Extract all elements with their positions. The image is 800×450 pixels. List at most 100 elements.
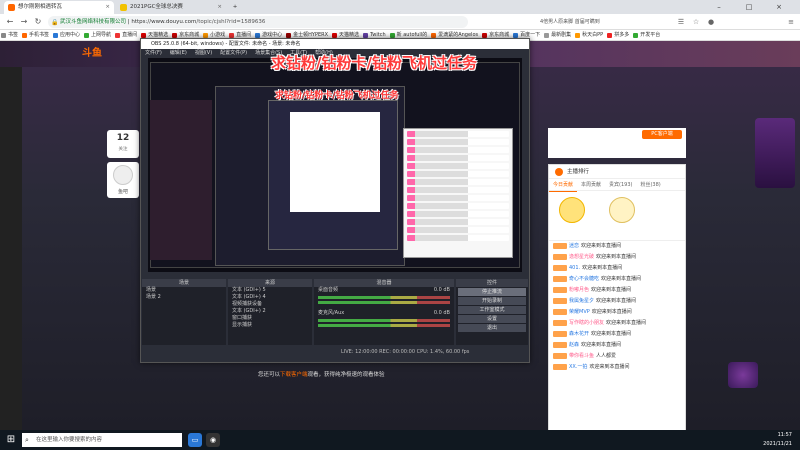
chat-message[interactable]: 写作瞎的小朋友 欢迎来到本直播间 (549, 318, 685, 329)
close-tab-icon[interactable]: × (217, 1, 222, 14)
volume-meter (318, 324, 450, 327)
chat-message[interactable]: 我属兔星夕 欢迎来到本直播间 (549, 296, 685, 307)
close-tab-icon[interactable]: × (105, 1, 110, 14)
nested-chat-row (407, 227, 509, 233)
chat-username[interactable]: 森木花开 (569, 331, 589, 337)
scene-item[interactable]: 场景 (142, 287, 226, 294)
level-badge-icon (553, 242, 567, 249)
bookmark-item[interactable]: 最新剧集 (543, 30, 574, 40)
nested-chat-row (407, 179, 509, 185)
tab-vip[interactable]: 贵宾(193) (605, 179, 636, 191)
star-icon[interactable]: ☆ (690, 16, 702, 28)
obs-menu-item[interactable]: 视图(V) (191, 50, 216, 56)
promo-banner[interactable] (755, 118, 795, 198)
chat-message[interactable]: 赵森 欢迎来到本直播间 (549, 340, 685, 351)
chat-message[interactable]: 森木花开 欢迎来到本直播间 (549, 329, 685, 340)
start-recording-button[interactable]: 开始录制 (458, 297, 526, 305)
douyu-logo[interactable]: 斗鱼 (82, 45, 116, 63)
exit-button[interactable]: 退出 (458, 324, 526, 332)
close-window-icon[interactable]: × (770, 0, 788, 14)
chat-username[interactable]: 401. (569, 265, 580, 271)
bookmark-item[interactable]: 直播间 (114, 30, 140, 40)
minimize-icon[interactable]: – (710, 0, 728, 14)
level-badge-icon (553, 264, 567, 271)
chat-username[interactable]: 迷恋 (569, 243, 579, 249)
bookmark-item[interactable]: 手机书签 (21, 30, 52, 40)
chat-username[interactable]: 奇心不会糖吃 (569, 276, 599, 282)
source-item[interactable]: 视频捕获设备 (228, 301, 312, 308)
bookmark-item[interactable]: 应用中心 (52, 30, 83, 40)
back-icon[interactable]: ← (4, 16, 16, 28)
tab-pgc[interactable]: 2021PGC全球总决赛 × (116, 1, 226, 14)
bookmark-item[interactable]: 秋天白PP (574, 30, 606, 40)
chat-message[interactable]: 401. 欢迎来到本直播间 (549, 263, 685, 274)
user-icon[interactable]: ● (705, 16, 717, 28)
source-item[interactable]: 文本 (GDI+) 5 (228, 287, 312, 294)
rank-avatar[interactable] (609, 197, 635, 223)
chat-username[interactable]: 粉嘟月色 (569, 287, 589, 293)
chat-message[interactable]: 带你看斗鱼 人人都爱 (549, 351, 685, 362)
tab-fans[interactable]: 粉丝(38) (636, 179, 664, 191)
anchor-avatar-card[interactable]: 鱼吧 (107, 162, 139, 198)
chat-username[interactable]: 带你看斗鱼 (569, 353, 594, 359)
browser-search-field[interactable]: 4倍男人原来脚 首届可瞒到 (540, 17, 660, 27)
chat-text: 欢迎来到本直播间 (591, 309, 632, 315)
rank-avatar[interactable] (559, 197, 585, 223)
menu-icon[interactable]: ≡ (785, 16, 797, 28)
bookmark-item[interactable]: 上网导航 (83, 30, 114, 40)
url-input[interactable]: 🔒 武汉斗鱼网络科技有限公司 | https://www.douyu.com/t… (48, 16, 468, 28)
settings-button[interactable]: 设置 (458, 315, 526, 323)
source-item[interactable]: 显示捕获 (228, 322, 312, 329)
chat-username[interactable]: XX.一拍 (569, 364, 587, 370)
chat-username[interactable]: 荣耀MVP (569, 309, 590, 315)
obs-menu-item[interactable]: 文件(F) (141, 50, 166, 56)
chat-message[interactable]: XX.一拍 欢迎来到本直播间 (549, 362, 685, 373)
stop-streaming-button[interactable]: 停止推流 (458, 288, 526, 296)
extension-icon[interactable]: ☰ (675, 16, 687, 28)
controls-dock: 控件 停止推流 开始录制 工作室模式 设置 退出 (456, 279, 528, 345)
chat-message[interactable]: 迷恋 欢迎来到本直播间 (549, 241, 685, 252)
forward-icon[interactable]: → (18, 16, 30, 28)
tab-active[interactable]: 想尔刚刚相遇转瓦 × (4, 1, 114, 14)
chat-username[interactable]: 逸想星光破 (569, 254, 594, 260)
task-view-icon[interactable]: ▭ (188, 433, 202, 447)
maximize-icon[interactable]: □ (740, 0, 758, 14)
panel-tabs: 今日贡献 本周贡献 贵宾(193) 粉丝(38) (549, 179, 685, 192)
studio-mode-button[interactable]: 工作室模式 (458, 306, 526, 314)
promo-badge[interactable] (728, 362, 758, 388)
obs-title-bar: OBS 25.0.8 (64-bit, windows) - 配置文件: 未命名… (141, 39, 529, 49)
chat-text: 欢迎来到本直播间 (582, 265, 623, 271)
chat-message[interactable]: 荣耀MVP 欢迎来到本直播间 (549, 307, 685, 318)
chat-message[interactable]: 逸想星光破 欢迎来到本直播间 (549, 252, 685, 263)
chat-username[interactable]: 写作瞎的小朋友 (569, 320, 604, 326)
download-client-link[interactable]: 下载客户端 (280, 372, 308, 378)
taskbar-search-input[interactable]: ⌕ 在这里输入你要搜索的内容 (22, 433, 182, 447)
obs-menu-item[interactable]: 配置文件(P) (216, 50, 251, 56)
obs-menu-item[interactable]: 编辑(E) (166, 50, 191, 56)
chat-text: 人人都爱 (596, 353, 617, 359)
tab-week[interactable]: 本周贡献 (577, 179, 605, 191)
follow-count-card[interactable]: 12 关注 (107, 130, 139, 158)
source-item[interactable]: 窗口捕获 (228, 315, 312, 322)
bookmark-item[interactable]: 书签 (0, 30, 21, 40)
chat-message[interactable]: 粉嘟月色 欢迎来到本直播间 (549, 285, 685, 296)
pc-client-button[interactable]: PC客户端 (642, 130, 682, 139)
chat-username[interactable]: 赵森 (569, 342, 579, 348)
mixer-track-name: 桌面音频 0.0 dB (318, 287, 450, 293)
new-tab-button[interactable]: + (228, 1, 242, 14)
chat-text: 欢迎来到本直播间 (581, 342, 622, 348)
chat-message[interactable]: 奇心不会糖吃 欢迎来到本直播间 (549, 274, 685, 285)
scene-item[interactable]: 场景 2 (142, 294, 226, 301)
chat-text: 欢迎来到本直播间 (591, 331, 632, 337)
chat-username[interactable]: 我属兔星夕 (569, 298, 594, 304)
windows-start-icon[interactable]: ⊞ (4, 433, 18, 447)
bookmark-item[interactable]: 拼多多 (606, 30, 632, 40)
volume-meter (318, 301, 450, 304)
bookmark-item[interactable]: 开发平台 (632, 30, 663, 40)
panel-title: 主播排行 (549, 165, 685, 179)
nested-chat-row (407, 211, 509, 217)
obs-app-icon[interactable]: ◉ (206, 433, 220, 447)
source-item[interactable]: 文本 (GDI+) 2 (228, 308, 312, 315)
source-item[interactable]: 文本 (GDI+) 4 (228, 294, 312, 301)
reload-icon[interactable]: ↻ (32, 16, 44, 28)
